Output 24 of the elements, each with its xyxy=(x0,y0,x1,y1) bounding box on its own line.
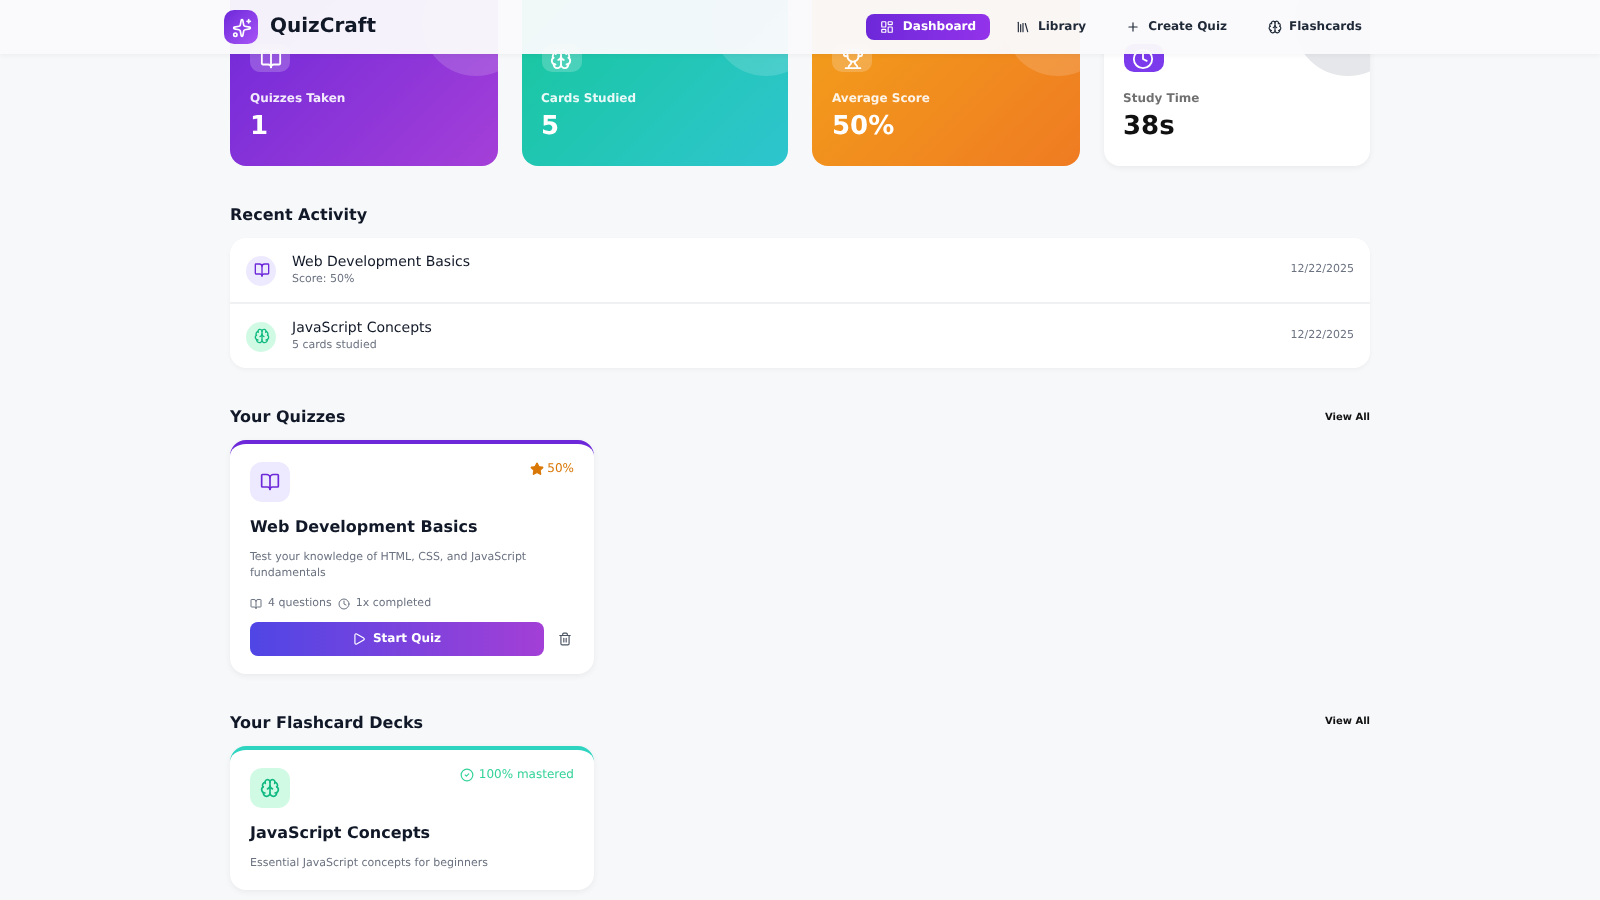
play-icon xyxy=(352,631,367,645)
book-icon xyxy=(250,462,290,502)
brain-icon xyxy=(246,321,276,351)
brand-name: QuizCraft xyxy=(270,16,377,38)
stat-value: 5 xyxy=(541,112,562,142)
dashboard-icon xyxy=(880,20,895,34)
trash-icon[interactable] xyxy=(556,629,574,647)
deck-title: JavaScript Concepts xyxy=(250,823,433,841)
brain-icon xyxy=(250,767,290,807)
check-circle-icon xyxy=(460,767,475,781)
section-title: Recent Activity xyxy=(230,206,368,224)
logo-icon xyxy=(224,10,258,44)
stat-value: 50% xyxy=(832,112,897,142)
plus-icon xyxy=(1126,20,1141,34)
stat-value: 1 xyxy=(250,112,271,142)
books-icon xyxy=(1016,20,1031,34)
section-title: Your Quizzes xyxy=(230,408,346,426)
book-icon xyxy=(246,255,276,285)
section-title: Your Flashcard Decks xyxy=(230,713,424,731)
stat-value: 38s xyxy=(1123,112,1177,142)
book-icon xyxy=(250,597,262,609)
clock-icon xyxy=(337,597,350,609)
brain-icon xyxy=(1267,20,1282,34)
quiz-title: Web Development Basics xyxy=(250,518,480,536)
